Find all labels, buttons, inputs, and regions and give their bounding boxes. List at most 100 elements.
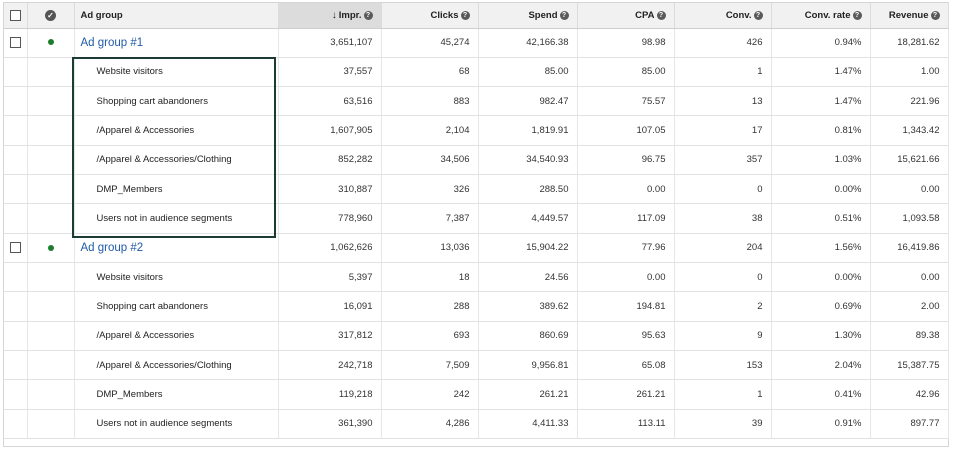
cell-spend: 4,411.33 <box>478 409 578 440</box>
cell-clicks: 7,387 <box>381 203 479 234</box>
check-circle-icon: ✓ <box>45 9 56 21</box>
cell-conv: 39 <box>674 409 772 440</box>
empty-cell <box>4 291 28 322</box>
cell-conv: 17 <box>674 115 772 146</box>
cell-spend: 982.47 <box>478 86 578 117</box>
status-header[interactable]: ✓ <box>27 3 75 29</box>
cell-revenue: 16,419.86 <box>870 233 949 263</box>
cell-conv: 38 <box>674 203 772 234</box>
col-header-revenue-label: Revenue <box>888 9 929 21</box>
col-header-cpa[interactable]: CPA? <box>577 3 675 29</box>
audience-segment-row: /Apparel & Accessories/Clothing 852,282 34… <box>4 145 949 176</box>
col-header-clicks[interactable]: Clicks? <box>381 3 479 29</box>
cell-impr: 5,397 <box>278 262 382 293</box>
cell-conv: 0 <box>674 262 772 293</box>
cell-cpa: 96.75 <box>577 145 675 176</box>
audience-segment-row: Shopping cart abandoners 16,091 288 389.62 1… <box>4 291 949 322</box>
cell-spend: 860.69 <box>478 321 578 352</box>
ad-group-row[interactable]: Ad group #2 1,062,626 13,036 15,904.22 77.96… <box>4 233 949 263</box>
empty-cell <box>4 409 28 440</box>
audience-segment-row: Users not in audience segments 361,390 4,2… <box>4 409 949 440</box>
question-icon[interactable]: ? <box>930 10 940 20</box>
audience-segment-row: Website visitors 5,397 18 24.56 0.00 0 0.00% 0.… <box>4 262 949 293</box>
cell-spend: 1,819.91 <box>478 115 578 146</box>
empty-cell <box>4 321 28 352</box>
cell-conv-rate: 0.51% <box>771 203 871 234</box>
cell-spend: 4,449.57 <box>478 203 578 234</box>
cell-revenue: 15,387.75 <box>870 350 949 381</box>
row-select-cell <box>4 28 28 58</box>
cell-clicks: 693 <box>381 321 479 352</box>
ad-group-name-link[interactable]: Ad group #1 <box>74 28 279 58</box>
cell-revenue: 0.00 <box>870 174 949 205</box>
cell-clicks: 68 <box>381 57 479 87</box>
col-header-spend[interactable]: Spend? <box>478 3 578 29</box>
empty-cell <box>4 57 28 87</box>
arrow-down-icon: ↓ <box>331 9 337 21</box>
cell-clicks: 34,506 <box>381 145 479 176</box>
cell-clicks: 288 <box>381 291 479 322</box>
cell-spend: 85.00 <box>478 57 578 87</box>
cell-cpa: 77.96 <box>577 233 675 263</box>
question-icon[interactable]: ? <box>753 10 763 20</box>
empty-cell <box>27 115 75 146</box>
col-header-impr[interactable]: ↓ Impr.? <box>278 3 382 29</box>
cell-spend: 15,904.22 <box>478 233 578 263</box>
cell-spend: 42,166.38 <box>478 28 578 58</box>
audience-segment-label: Website visitors <box>74 57 279 87</box>
col-header-conv[interactable]: Conv.? <box>674 3 772 29</box>
cell-conv: 426 <box>674 28 772 58</box>
cell-cpa: 117.09 <box>577 203 675 234</box>
cell-cpa: 75.57 <box>577 86 675 117</box>
question-icon[interactable]: ? <box>559 10 569 20</box>
empty-cell <box>4 203 28 234</box>
cell-revenue: 1.00 <box>870 57 949 87</box>
ad-group-name-link[interactable]: Ad group #2 <box>74 233 279 263</box>
audience-segment-row: /Apparel & Accessories 1,607,905 2,104 1,81… <box>4 115 949 146</box>
cell-clicks: 13,036 <box>381 233 479 263</box>
cell-revenue: 897.77 <box>870 409 949 440</box>
audience-segment-row: Shopping cart abandoners 63,516 883 982.47 7… <box>4 86 949 117</box>
cell-conv-rate: 0.00% <box>771 174 871 205</box>
ad-group-row[interactable]: Ad group #1 3,651,107 45,274 42,166.38 98.98… <box>4 28 949 58</box>
empty-cell <box>4 262 28 293</box>
empty-cell <box>27 321 75 352</box>
cell-conv-rate: 1.30% <box>771 321 871 352</box>
empty-cell <box>27 409 75 440</box>
audience-segment-label: Users not in audience segments <box>74 203 279 234</box>
cell-cpa: 95.63 <box>577 321 675 352</box>
cell-impr: 778,960 <box>278 203 382 234</box>
col-header-ad-group[interactable]: Ad group <box>74 3 279 29</box>
col-header-conv-rate[interactable]: Conv. rate? <box>771 3 871 29</box>
cell-clicks: 326 <box>381 174 479 205</box>
empty-cell <box>27 174 75 205</box>
cell-conv: 13 <box>674 86 772 117</box>
select-all-checkbox[interactable] <box>9 9 21 21</box>
audience-segment-row: Website visitors 37,557 68 85.00 85.00 1 1.47%… <box>4 57 949 87</box>
question-icon[interactable]: ? <box>460 10 470 20</box>
status-cell <box>27 28 75 58</box>
empty-cell <box>27 57 75 87</box>
cell-impr: 37,557 <box>278 57 382 87</box>
cell-conv-rate: 0.00% <box>771 262 871 293</box>
cell-clicks: 45,274 <box>381 28 479 58</box>
cell-cpa: 65.08 <box>577 350 675 381</box>
row-checkbox[interactable] <box>9 36 21 48</box>
cell-impr: 16,091 <box>278 291 382 322</box>
question-icon[interactable]: ? <box>363 10 373 20</box>
row-checkbox[interactable] <box>9 242 21 254</box>
question-icon[interactable]: ? <box>656 10 666 20</box>
question-icon[interactable]: ? <box>852 10 862 20</box>
cell-revenue: 42.96 <box>870 379 949 410</box>
cell-conv: 153 <box>674 350 772 381</box>
col-header-ad-group-label: Ad group <box>80 9 123 21</box>
audience-segment-row: /Apparel & Accessories/Clothing 242,718 7,… <box>4 350 949 381</box>
col-header-revenue[interactable]: Revenue? <box>870 3 949 29</box>
cell-revenue: 0.00 <box>870 262 949 293</box>
empty-cell <box>4 86 28 117</box>
cell-impr: 242,718 <box>278 350 382 381</box>
cell-revenue: 1,343.42 <box>870 115 949 146</box>
status-enabled-dot-icon <box>47 244 54 251</box>
cell-spend: 389.62 <box>478 291 578 322</box>
cell-conv: 1 <box>674 379 772 410</box>
